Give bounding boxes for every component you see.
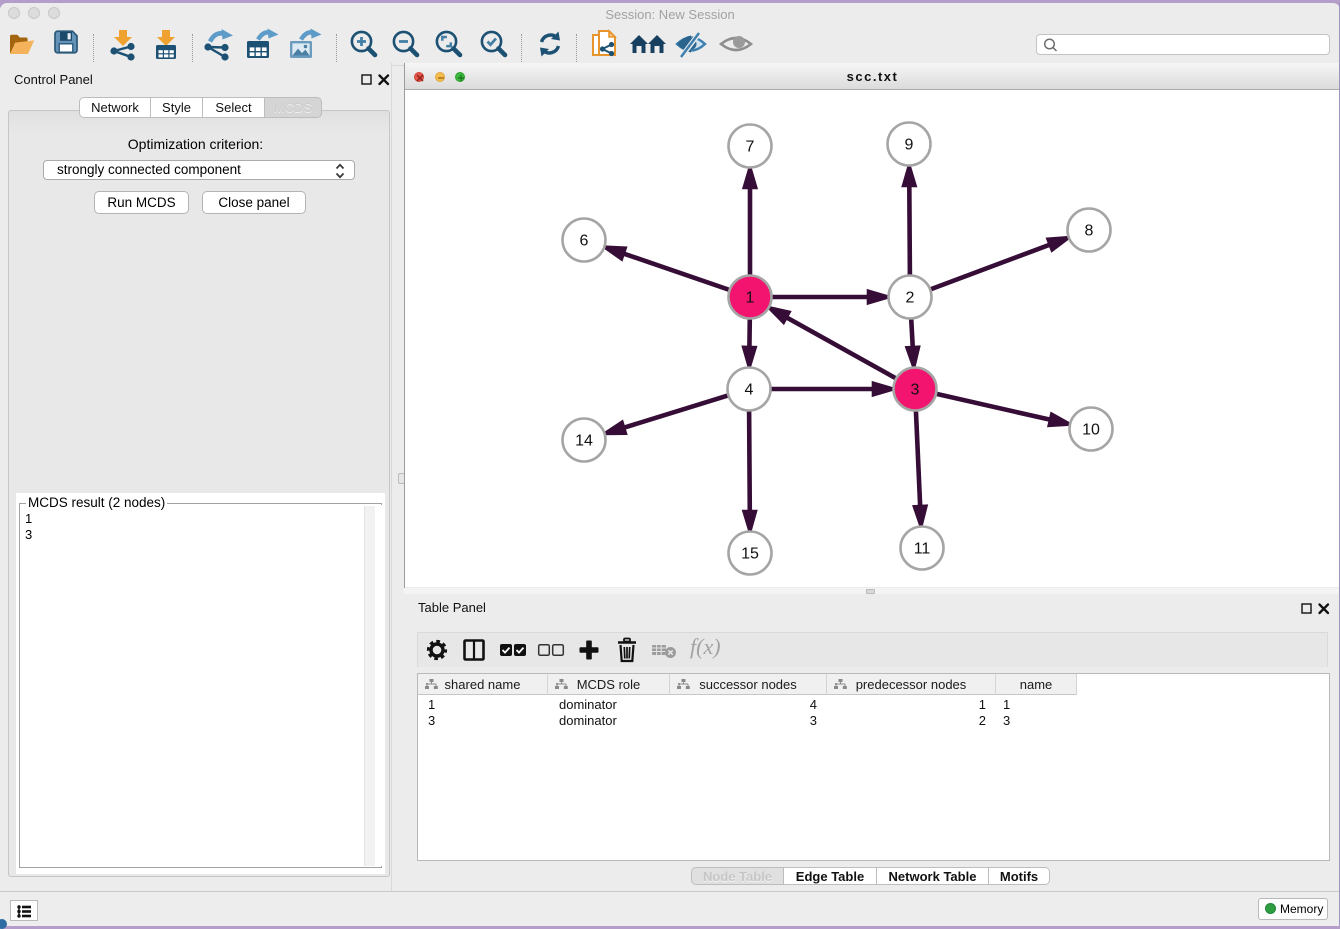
svg-text:1: 1 [746,290,755,307]
svg-text:10: 10 [1082,422,1100,439]
svg-text:11: 11 [914,541,931,558]
svg-text:4: 4 [745,382,754,399]
svg-text:14: 14 [575,433,593,450]
svg-text:7: 7 [746,139,755,156]
svg-text:9: 9 [905,137,914,154]
svg-text:6: 6 [580,233,589,250]
svg-text:15: 15 [741,546,759,563]
svg-text:8: 8 [1085,223,1094,240]
svg-text:3: 3 [911,382,920,399]
svg-text:2: 2 [906,290,915,307]
